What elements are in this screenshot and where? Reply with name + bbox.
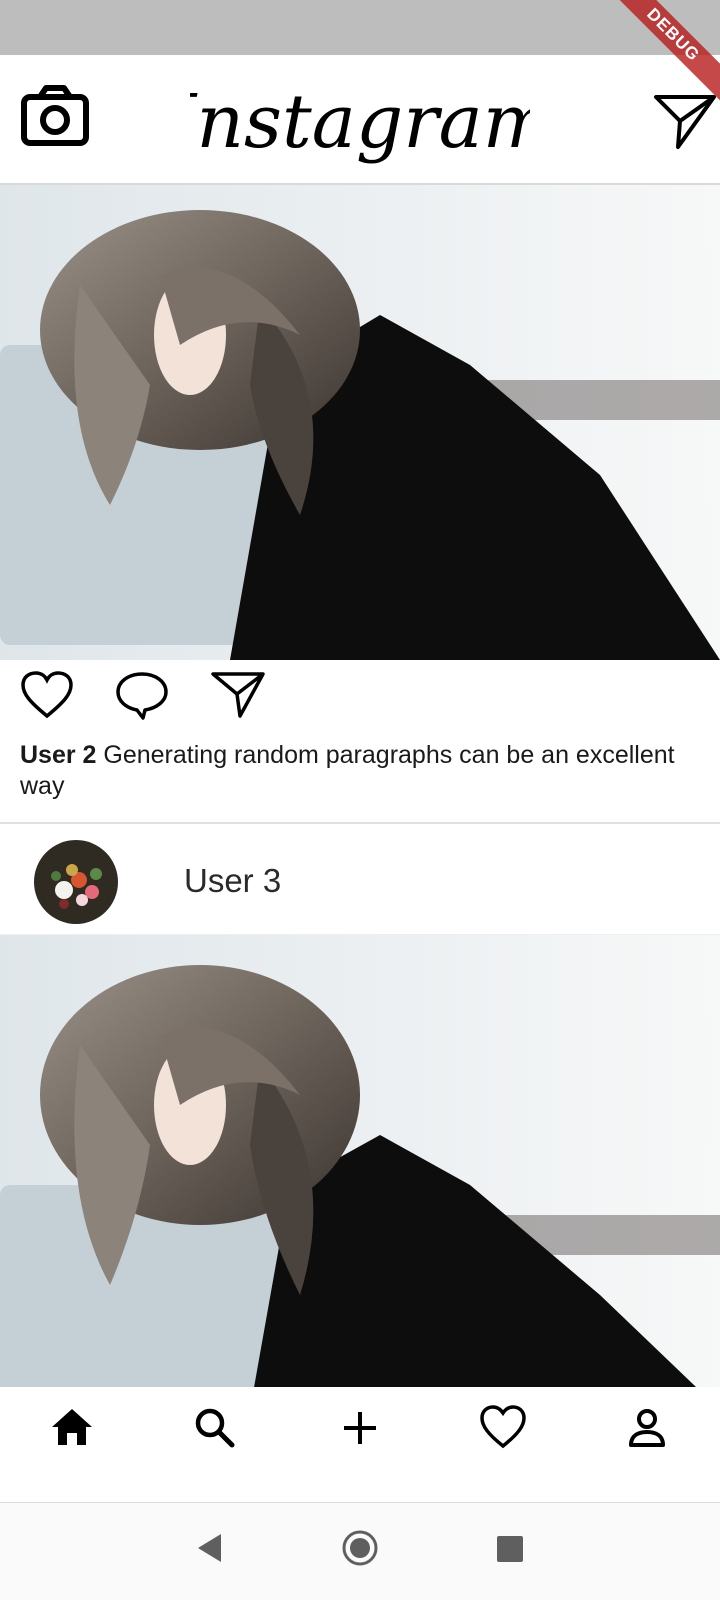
- home-circle-icon[interactable]: [340, 1528, 380, 1568]
- caption-text: Generating random paragraphs can be an e…: [20, 741, 675, 800]
- camera-button[interactable]: [20, 85, 90, 147]
- logo-text: Instagram: [190, 79, 530, 165]
- profile-icon[interactable]: [622, 1403, 672, 1453]
- status-bar: [0, 0, 720, 55]
- search-icon[interactable]: [190, 1403, 240, 1453]
- camera-icon: [21, 85, 89, 146]
- post-image[interactable]: [0, 185, 720, 660]
- flower-avatar: [34, 840, 118, 924]
- post-image[interactable]: [0, 935, 720, 1387]
- post-caption: User 2 Generating random paragraphs can …: [20, 740, 680, 802]
- recents-icon[interactable]: [494, 1531, 526, 1565]
- post-photo: [0, 935, 720, 1387]
- caption-username[interactable]: User 2: [20, 741, 96, 769]
- post-actions: [0, 660, 720, 730]
- instagram-logo: Instagram: [190, 79, 530, 165]
- direct-message-button[interactable]: [652, 91, 718, 151]
- send-icon: [654, 95, 716, 149]
- comment-icon[interactable]: [115, 670, 169, 720]
- back-icon[interactable]: [194, 1531, 226, 1565]
- add-icon[interactable]: [335, 1403, 385, 1453]
- screen: DEBUG Instagram: [0, 0, 720, 1600]
- system-nav: [0, 1503, 720, 1600]
- app-bar: Instagram: [0, 55, 720, 185]
- bottom-nav: [0, 1387, 720, 1503]
- home-icon[interactable]: [47, 1403, 97, 1453]
- heart-icon[interactable]: [478, 1403, 528, 1453]
- heart-icon[interactable]: [20, 670, 74, 720]
- post-photo: [0, 185, 720, 660]
- post-header: User 3: [0, 824, 720, 934]
- share-icon[interactable]: [210, 670, 266, 720]
- post-username[interactable]: User 3: [184, 862, 281, 900]
- avatar[interactable]: [34, 840, 118, 924]
